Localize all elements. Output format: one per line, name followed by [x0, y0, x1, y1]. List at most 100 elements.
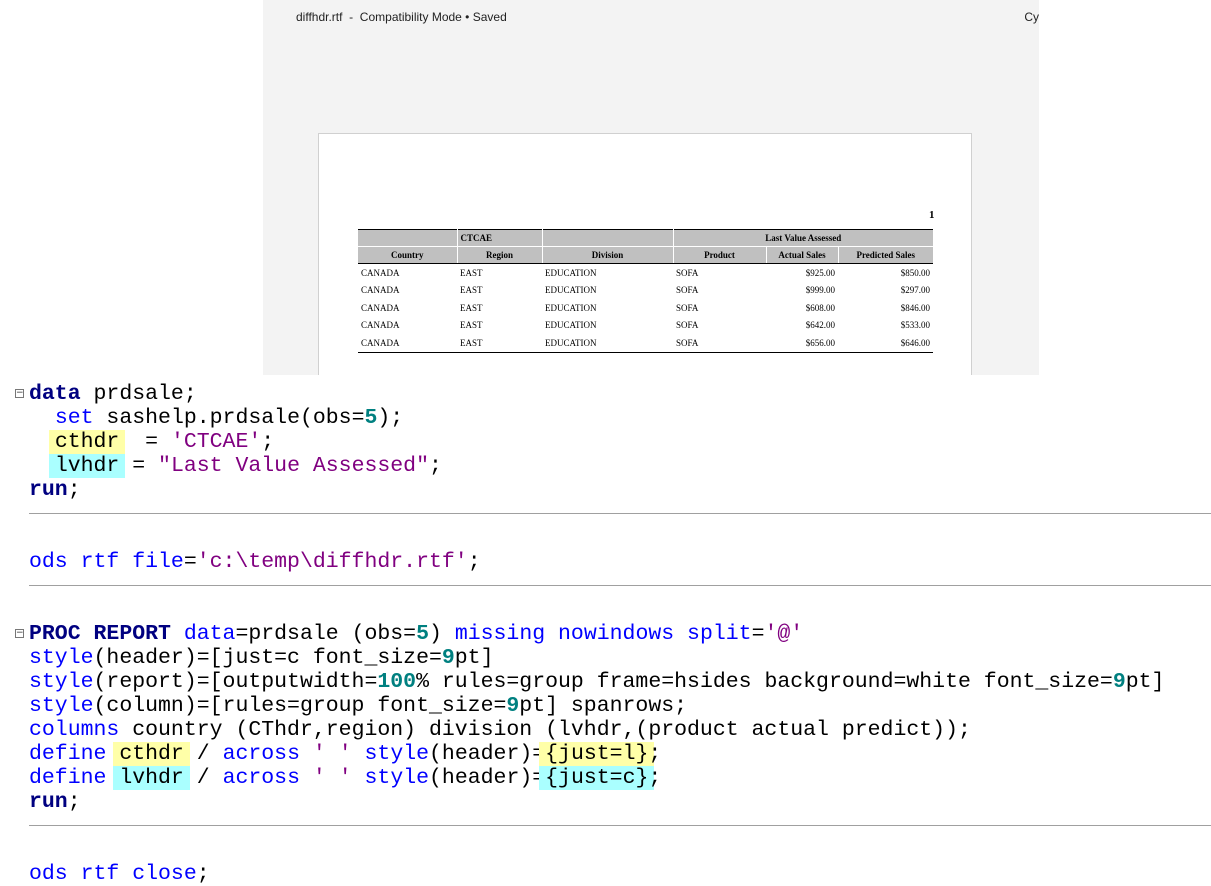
code-line[interactable]: style(header)=[just=c font_size=9pt]: [0, 646, 1211, 670]
code-line[interactable]: cthdr = 'CTCAE';: [0, 430, 1211, 454]
table-row: CANADA EAST EDUCATION SOFA $608.00 $846.00: [358, 299, 933, 317]
code-line[interactable]: set sashelp.prdsale(obs=5);: [0, 406, 1211, 430]
table-cell: $925.00: [805, 267, 835, 278]
code-token: run: [29, 478, 68, 502]
code-line[interactable]: run;: [0, 478, 1211, 502]
table-cell: EAST: [460, 320, 483, 331]
collapse-icon[interactable]: −: [15, 629, 24, 638]
table-cell: $297.00: [900, 285, 930, 296]
code-token: columns: [29, 718, 120, 742]
code-line[interactable]: ods rtf close;: [0, 862, 1211, 886]
code-line[interactable]: define cthdr / across ' ' style(header)=…: [0, 742, 1211, 766]
table-cell: CANADA: [361, 267, 400, 278]
code-token: style: [364, 766, 430, 790]
table-cell: $999.00: [805, 285, 835, 296]
table-cell: EAST: [460, 337, 483, 348]
code-line[interactable]: run;: [0, 790, 1211, 814]
code-line[interactable]: ods rtf file='c:\temp\diffhdr.rtf';: [0, 550, 1211, 574]
code-token: 'c:\temp\diffhdr.rtf': [196, 550, 468, 574]
table-cell: CANADA: [361, 302, 400, 313]
span-header-last-value: Last Value Assessed: [672, 229, 933, 247]
code-token: 5: [364, 406, 378, 430]
table-cell: EAST: [460, 302, 483, 313]
code-token: 100: [377, 670, 417, 694]
table-cell: $846.00: [900, 302, 930, 313]
code-token: define: [29, 766, 107, 790]
table-cell: EDUCATION: [545, 302, 597, 313]
table-cell: CANADA: [361, 320, 400, 331]
code-token: (header)=: [429, 766, 546, 790]
code-token: ;: [467, 550, 481, 574]
code-line[interactable]: define lvhdr / across ' ' style(header)=…: [0, 766, 1211, 790]
table-row: CANADA EAST EDUCATION SOFA $925.00 $850.00: [358, 264, 933, 282]
column-header: Predicted Sales: [837, 246, 933, 264]
collapse-icon[interactable]: −: [15, 389, 24, 398]
code-token: '@': [764, 622, 804, 646]
table-cell: SOFA: [676, 302, 699, 313]
code-token: missing nowindows split: [454, 622, 752, 646]
column-header: Product: [672, 246, 766, 264]
code-token: style: [29, 670, 94, 694]
table-row: CANADA EAST EDUCATION SOFA $642.00 $533.00: [358, 317, 933, 335]
highlighted-token: {just=l}: [545, 742, 649, 766]
code-token: 5: [416, 622, 429, 646]
table-cell: EAST: [460, 267, 483, 278]
page-number: 1: [929, 209, 935, 221]
table-cell: $646.00: [900, 337, 930, 348]
table-row: CANADA EAST EDUCATION SOFA $999.00 $297.00: [358, 282, 933, 300]
code-token: "Last Value Assessed": [158, 454, 429, 478]
code-token: ;: [648, 742, 662, 766]
code-token: ;: [648, 766, 662, 790]
code-token: prdsale;: [80, 382, 197, 406]
column-header-row: Country Region Division Product Actual Sales…: [358, 246, 933, 264]
user-initials[interactable]: Cy: [1024, 10, 1039, 24]
code-token: run: [29, 790, 68, 814]
code-token: /: [183, 766, 223, 790]
table-cell: EDUCATION: [545, 320, 597, 331]
code-token: PROC REPORT: [29, 622, 171, 646]
code-token: 9: [506, 694, 520, 718]
code-line[interactable]: style(column)=[rules=group font_size=9pt…: [0, 694, 1211, 718]
code-token: (header)=: [429, 742, 546, 766]
code-token: 'CTCAE': [170, 430, 262, 454]
code-token: (header)=[just=c font_size=: [93, 646, 442, 670]
column-header: Actual Sales: [765, 246, 838, 264]
code-token: set: [54, 406, 94, 430]
word-document-window: diffhdr.rtf - Compatibility Mode • Saved…: [263, 0, 1039, 375]
code-token: country (CThdr,region) division (lvhdr,(…: [119, 718, 971, 742]
code-token: ods rtf close: [29, 862, 197, 886]
code-line[interactable]: columns country (CThdr,region) division …: [0, 718, 1211, 742]
highlighted-token: {just=c}: [545, 766, 649, 790]
code-token: ' ': [312, 766, 352, 790]
code-token: =: [751, 622, 765, 646]
column-header: Country: [358, 246, 457, 264]
span-header-ctcae: CTCAE: [456, 229, 542, 247]
code-token: style: [29, 646, 94, 670]
highlighted-token: lvhdr: [54, 454, 120, 478]
code-token: =prdsale (obs=: [235, 622, 417, 646]
code-line[interactable]: − PROC REPORT data=prdsale (obs=5) missin…: [0, 622, 1211, 646]
sas-code-editor[interactable]: − data prdsale; set sashelp.prdsale(obs=5…: [0, 382, 1211, 886]
code-token: ' ': [312, 742, 352, 766]
window-title: diffhdr.rtf - Compatibility Mode • Saved: [296, 10, 507, 24]
column-header: Region: [456, 246, 542, 264]
table-cell: $642.00: [805, 320, 835, 331]
code-token: =: [119, 430, 171, 454]
code-line[interactable]: lvhdr = "Last Value Assessed";: [0, 454, 1211, 478]
code-token: (report)=[outputwidth=: [93, 670, 378, 694]
code-token: pt] spanrows;: [519, 694, 688, 718]
code-token: =: [119, 454, 159, 478]
code-token: ;: [429, 454, 442, 478]
code-line[interactable]: − data prdsale;: [0, 382, 1211, 406]
table-cell: CANADA: [361, 337, 400, 348]
code-line[interactable]: style(report)=[outputwidth=100% rules=gr…: [0, 670, 1211, 694]
table-row: CANADA EAST EDUCATION SOFA $656.00 $646.00: [358, 334, 933, 352]
